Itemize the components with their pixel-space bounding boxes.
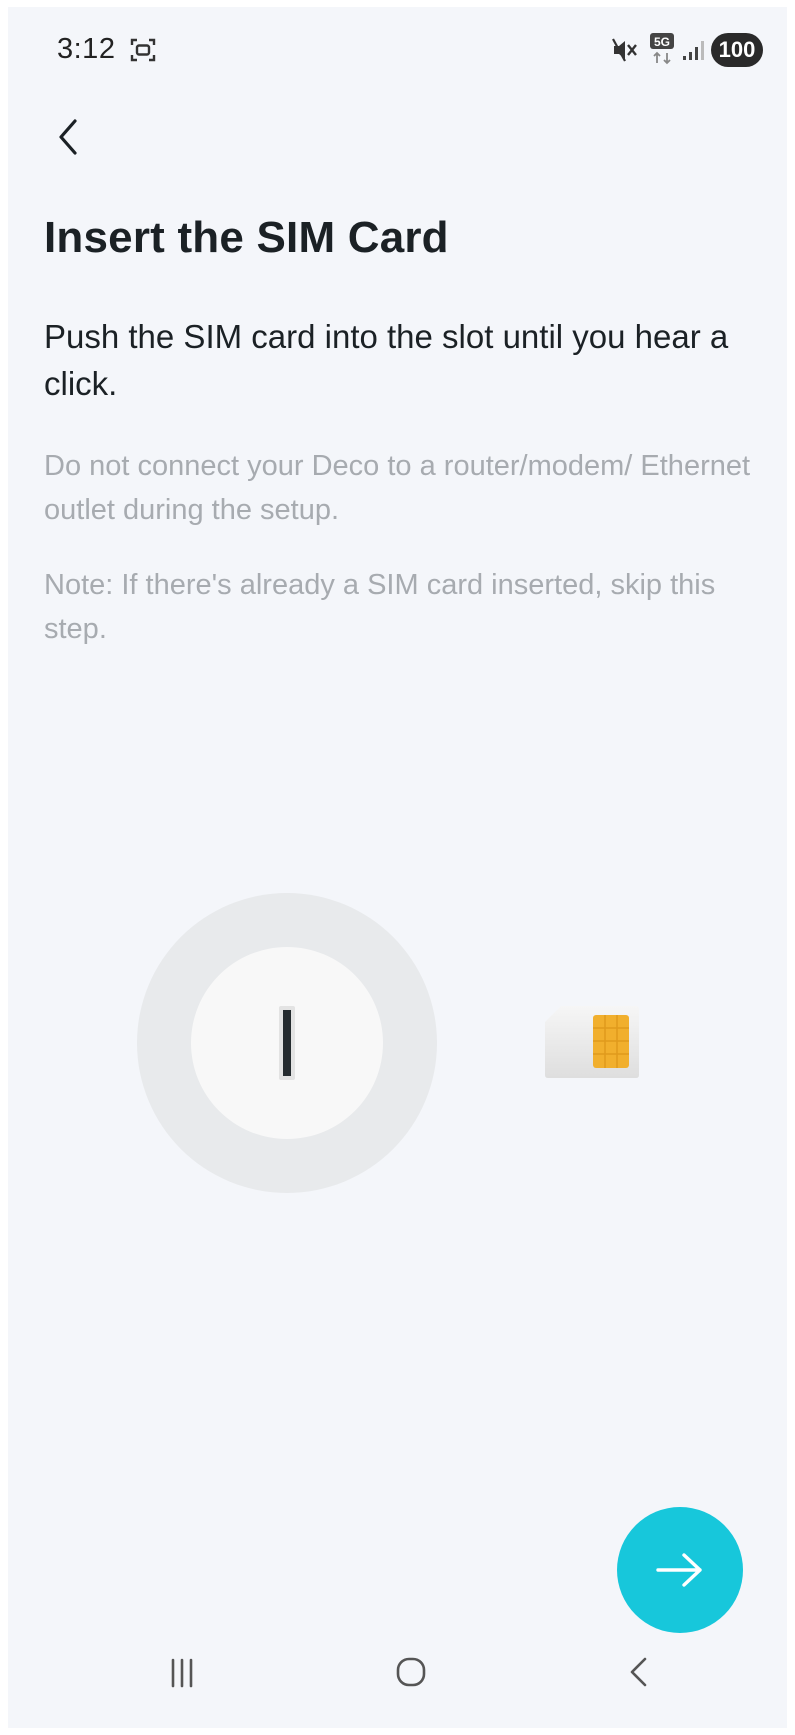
instruction-text: Push the SIM card into the slot until yo… bbox=[44, 318, 729, 402]
deco-device-top bbox=[191, 947, 383, 1139]
system-nav-bar bbox=[8, 1632, 787, 1728]
svg-text:5G: 5G bbox=[654, 35, 670, 49]
page-title: Insert the SIM Card bbox=[44, 213, 449, 262]
home-icon[interactable] bbox=[391, 1652, 431, 1692]
mute-icon bbox=[612, 38, 637, 62]
sim-slot bbox=[279, 1006, 295, 1080]
back-icon[interactable] bbox=[619, 1652, 659, 1692]
screenshot-icon bbox=[130, 38, 156, 62]
sim-slot-opening bbox=[283, 1010, 291, 1076]
next-button[interactable] bbox=[617, 1507, 743, 1633]
sim-card-icon bbox=[545, 1006, 639, 1078]
chevron-left-icon bbox=[59, 119, 77, 155]
warning-text: Do not connect your Deco to a router/mod… bbox=[44, 450, 751, 526]
5g-icon: 5G bbox=[650, 33, 674, 65]
status-time: 3:12 bbox=[57, 33, 116, 65]
battery-indicator: 100 bbox=[711, 33, 763, 67]
note-text: Note: If there's already a SIM card inse… bbox=[44, 569, 716, 645]
arrow-right-icon bbox=[656, 1553, 702, 1587]
status-bar: 3:12 5G 100 bbox=[8, 7, 787, 87]
signal-icon bbox=[683, 41, 704, 60]
deco-device-illustration bbox=[137, 893, 437, 1193]
back-button[interactable] bbox=[38, 107, 98, 167]
screen: 3:12 5G 100 Insert the SIM Card Push the… bbox=[8, 7, 787, 1728]
recent-apps-icon[interactable] bbox=[162, 1652, 202, 1692]
